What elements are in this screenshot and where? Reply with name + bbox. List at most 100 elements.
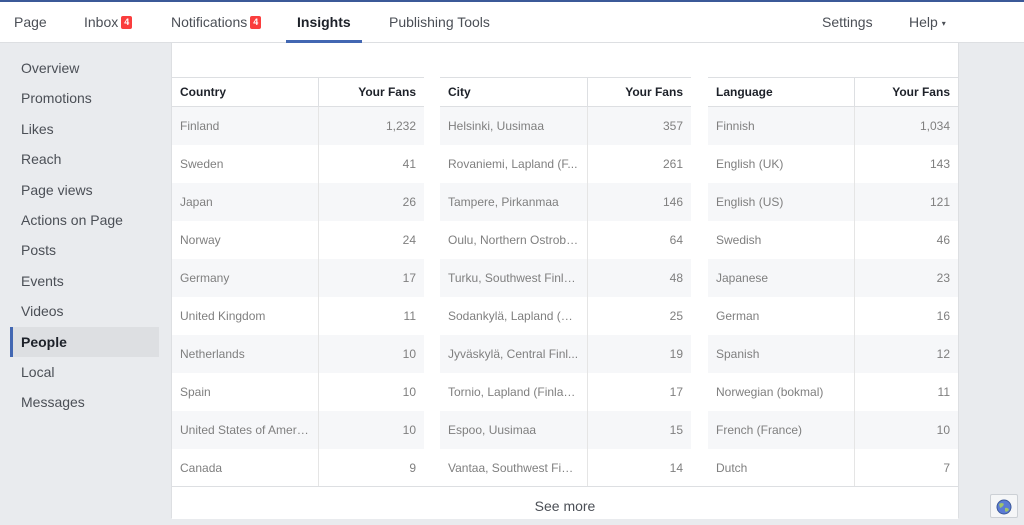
table-row: Finland 1,232 — [172, 106, 424, 145]
country-name-cell: Canada — [172, 449, 318, 487]
city-name-cell: Jyväskylä, Central Finl... — [440, 335, 587, 373]
city-fans-column-header[interactable]: Your Fans — [586, 77, 691, 107]
table-row: Spanish 12 — [708, 335, 958, 373]
country-table: Country Your Fans Finland 1,232 Sweden 41 Ja… — [172, 77, 424, 487]
city-table-body: Helsinki, Uusimaa 357 Rovaniemi, Lapland (… — [440, 106, 691, 487]
table-header-row: Language Your Fans — [708, 77, 958, 107]
table-row: Oulu, Northern Ostrobo... 64 — [440, 221, 691, 259]
table-row: Tornio, Lapland (Finland) 17 — [440, 373, 691, 411]
city-name-cell: Vantaa, Southwest Finl... — [440, 449, 587, 487]
sidebar-item-actions-on-page[interactable]: Actions on Page — [10, 205, 159, 235]
tab-settings[interactable]: Settings — [822, 2, 873, 43]
city-name-cell: Helsinki, Uusimaa — [440, 106, 587, 145]
people-content-panel: Country Your Fans Finland 1,232 Sweden 41 Ja… — [171, 43, 959, 519]
table-header-row: City Your Fans — [440, 77, 691, 107]
city-name-cell: Tampere, Pirkanmaa — [440, 183, 587, 221]
country-fans-cell: 9 — [317, 449, 424, 487]
language-name-cell: French (France) — [708, 411, 854, 449]
table-row: Espoo, Uusimaa 15 — [440, 411, 691, 449]
table-row: Jyväskylä, Central Finl... 19 — [440, 335, 691, 373]
tab-insights[interactable]: Insights — [297, 2, 351, 43]
city-fans-cell: 14 — [586, 449, 691, 487]
language-name-cell: Norwegian (bokmal) — [708, 373, 854, 411]
tab-help[interactable]: Help ▾ — [909, 2, 946, 43]
tab-inbox-label: Inbox — [84, 14, 119, 30]
city-name-cell: Sodankylä, Lapland (Fi... — [440, 297, 587, 335]
country-fans-cell: 41 — [317, 145, 424, 183]
language-fans-cell: 46 — [853, 221, 958, 259]
city-fans-cell: 15 — [586, 411, 691, 449]
language-column-header[interactable]: Language — [708, 77, 854, 107]
city-fans-cell: 48 — [586, 259, 691, 297]
sidebar-item-reach[interactable]: Reach — [10, 144, 159, 174]
table-row: English (US) 121 — [708, 183, 958, 221]
table-row: United States of America 10 — [172, 411, 424, 449]
table-row: Norwegian (bokmal) 11 — [708, 373, 958, 411]
country-column-header[interactable]: Country — [172, 77, 318, 107]
sidebar-item-promotions[interactable]: Promotions — [10, 83, 159, 113]
city-fans-cell: 19 — [586, 335, 691, 373]
country-fans-column-header[interactable]: Your Fans — [317, 77, 424, 107]
sidebar-item-local[interactable]: Local — [10, 357, 159, 387]
sidebar-item-posts[interactable]: Posts — [10, 235, 159, 265]
language-name-cell: Dutch — [708, 449, 854, 487]
city-fans-cell: 25 — [586, 297, 691, 335]
city-fans-cell: 261 — [586, 145, 691, 183]
language-selector-button[interactable] — [990, 494, 1018, 518]
city-table: City Your Fans Helsinki, Uusimaa 357 Rovan… — [440, 77, 691, 487]
tab-publishing-tools[interactable]: Publishing Tools — [389, 2, 490, 43]
sidebar-item-messages[interactable]: Messages — [10, 387, 159, 417]
city-column-header[interactable]: City — [440, 77, 587, 107]
country-name-cell: Japan — [172, 183, 318, 221]
country-name-cell: Spain — [172, 373, 318, 411]
country-fans-cell: 1,232 — [317, 106, 424, 145]
table-row: Tampere, Pirkanmaa 146 — [440, 183, 691, 221]
table-row: Sweden 41 — [172, 145, 424, 183]
sidebar-item-people[interactable]: People — [10, 326, 159, 357]
table-row: Finnish 1,034 — [708, 106, 958, 145]
inbox-badge: 4 — [121, 15, 133, 29]
sidebar-item-likes[interactable]: Likes — [10, 114, 159, 144]
language-table-body: Finnish 1,034 English (UK) 143 English (US) 1… — [708, 106, 958, 487]
country-fans-cell: 26 — [317, 183, 424, 221]
language-fans-cell: 16 — [853, 297, 958, 335]
country-fans-cell: 17 — [317, 259, 424, 297]
language-name-cell: English (US) — [708, 183, 854, 221]
sidebar-item-events[interactable]: Events — [10, 266, 159, 296]
language-name-cell: Spanish — [708, 335, 854, 373]
table-row: Japanese 23 — [708, 259, 958, 297]
country-fans-cell: 10 — [317, 411, 424, 449]
country-name-cell: Norway — [172, 221, 318, 259]
tab-page[interactable]: Page — [14, 2, 47, 43]
language-name-cell: Finnish — [708, 106, 854, 145]
city-name-cell: Espoo, Uusimaa — [440, 411, 587, 449]
city-name-cell: Oulu, Northern Ostrobo... — [440, 221, 587, 259]
language-fans-cell: 12 — [853, 335, 958, 373]
see-more-bar: See more — [172, 486, 958, 519]
table-row: Vantaa, Southwest Finl... 14 — [440, 449, 691, 487]
country-name-cell: United Kingdom — [172, 297, 318, 335]
language-fans-cell: 121 — [853, 183, 958, 221]
table-row: Swedish 46 — [708, 221, 958, 259]
table-row: Sodankylä, Lapland (Fi... 25 — [440, 297, 691, 335]
city-name-cell: Rovaniemi, Lapland (F... — [440, 145, 587, 183]
table-row: Rovaniemi, Lapland (F... 261 — [440, 145, 691, 183]
language-fans-cell: 10 — [853, 411, 958, 449]
tab-notifications[interactable]: Notifications 4 — [171, 2, 262, 43]
country-fans-cell: 10 — [317, 335, 424, 373]
language-fans-column-header[interactable]: Your Fans — [853, 77, 958, 107]
city-fans-cell: 146 — [586, 183, 691, 221]
language-fans-cell: 11 — [853, 373, 958, 411]
country-name-cell: United States of America — [172, 411, 318, 449]
language-fans-cell: 7 — [853, 449, 958, 487]
sidebar-item-videos[interactable]: Videos — [10, 296, 159, 326]
sidebar-item-overview[interactable]: Overview — [10, 53, 159, 83]
table-row: Norway 24 — [172, 221, 424, 259]
country-name-cell: Finland — [172, 106, 318, 145]
tab-inbox[interactable]: Inbox 4 — [84, 2, 133, 43]
city-fans-cell: 17 — [586, 373, 691, 411]
sidebar-item-page-views[interactable]: Page views — [10, 175, 159, 205]
see-more-link[interactable]: See more — [172, 487, 958, 525]
insights-sidebar: Overview Promotions Likes Reach Page vie… — [10, 53, 159, 418]
tab-help-label: Help — [909, 14, 938, 30]
